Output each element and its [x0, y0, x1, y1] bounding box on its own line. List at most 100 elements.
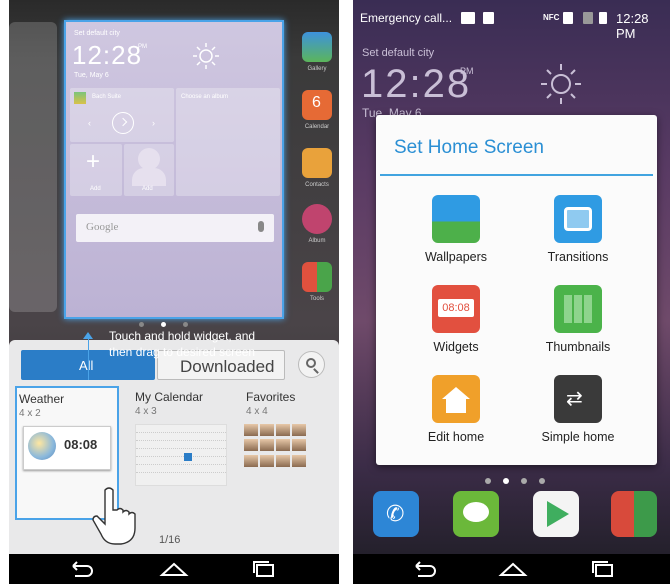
play-icon[interactable] — [112, 112, 134, 134]
plus-icon: + — [86, 148, 101, 175]
simple-home-option[interactable]: ⇄ Simple home — [518, 375, 638, 455]
preview-city: Set default city — [74, 30, 120, 37]
signal-icon — [583, 12, 593, 24]
previous-screen-panel[interactable] — [9, 22, 57, 312]
weather-preview-time: 08:08 — [64, 437, 98, 452]
gallery-icon[interactable] — [302, 32, 332, 62]
sun-icon — [193, 43, 219, 69]
tools-folder-icon[interactable] — [302, 262, 332, 292]
option-label: Wallpapers — [424, 250, 488, 264]
page-indicator-dot — [521, 478, 527, 484]
widget-favorites[interactable]: Favorites 4 x 4 — [244, 386, 339, 520]
weather-ampm: PM — [460, 66, 474, 76]
album-label: Choose an album — [181, 94, 229, 100]
side-app-label: Calendar — [304, 124, 330, 130]
google-apps-icon[interactable] — [611, 491, 657, 537]
preview-time: 12:28 — [72, 40, 143, 70]
add-label: Add — [142, 186, 153, 192]
recent-apps-icon[interactable] — [249, 560, 279, 578]
page-indicator-dot-active — [161, 322, 166, 327]
widgets-icon: 08:08 — [432, 285, 480, 333]
album-icon[interactable] — [302, 204, 332, 234]
home-screen-preview[interactable]: Set default city 12:28 PM Tue, May 6 Bac… — [64, 20, 284, 319]
google-brand: Google — [86, 221, 119, 233]
transitions-icon — [554, 195, 602, 243]
recent-apps-icon[interactable] — [588, 560, 618, 578]
search-button[interactable] — [298, 351, 325, 378]
back-icon[interactable] — [410, 560, 440, 578]
option-label: Edit home — [427, 430, 485, 444]
dialog-title: Set Home Screen — [394, 137, 544, 158]
touch-hand-icon — [92, 487, 136, 545]
play-store-icon[interactable] — [533, 491, 579, 537]
widgets-option[interactable]: 08:08 Widgets — [396, 285, 516, 365]
weather-time: 12:28 — [361, 62, 472, 106]
album-art-icon — [74, 92, 86, 104]
preview-ampm: PM — [138, 44, 147, 50]
thumbnails-option[interactable]: Thumbnails — [518, 285, 638, 365]
page-indicator-dot-active — [503, 478, 509, 484]
messaging-icon[interactable] — [453, 491, 499, 537]
widget-name: Favorites — [246, 390, 296, 404]
previous-track-icon[interactable]: ‹ — [88, 118, 91, 128]
widget-size: 4 x 3 — [135, 406, 157, 417]
microphone-icon[interactable] — [258, 221, 264, 232]
album-widget[interactable]: Choose an album — [176, 88, 280, 196]
music-widget[interactable]: Bach Suite ‹ › — [70, 88, 174, 142]
drag-tip: Touch and hold widget, and then drag to … — [109, 329, 256, 359]
help-icon — [563, 12, 573, 24]
preview-date: Tue, May 6 — [74, 72, 109, 79]
option-label: Simple home — [541, 430, 615, 444]
add-contact-tile-1[interactable]: + Add — [70, 144, 122, 196]
contacts-icon[interactable] — [302, 148, 332, 178]
storage-notification-icon — [483, 12, 494, 24]
person-icon — [138, 148, 160, 170]
search-icon — [306, 358, 316, 368]
side-app-label: Tools — [309, 296, 324, 302]
home-icon[interactable] — [159, 560, 189, 578]
widget-name: My Calendar — [135, 390, 204, 404]
page-indicator-dot — [539, 478, 545, 484]
carrier-text: Emergency call... — [360, 11, 453, 25]
widget-size: 4 x 4 — [246, 406, 268, 417]
calendar-icon[interactable]: 6 — [302, 90, 332, 120]
widget-size: 4 x 2 — [19, 408, 41, 419]
widget-my-calendar[interactable]: My Calendar 4 x 3 — [133, 386, 237, 520]
wallpapers-option[interactable]: Wallpapers — [396, 195, 516, 275]
weather-widget-preview: 08:08 — [23, 426, 111, 470]
page-indicator-dot — [139, 322, 144, 327]
transitions-option[interactable]: Transitions — [518, 195, 638, 275]
back-icon[interactable] — [67, 560, 97, 578]
edit-home-option[interactable]: Edit home — [396, 375, 516, 455]
sun-icon — [541, 64, 581, 104]
calendar-widget-preview — [135, 424, 227, 486]
page-indicator-dot — [485, 478, 491, 484]
navigation-bar — [353, 554, 670, 584]
right-phone-screen: Emergency call... NFC 12:28 PM Set defau… — [353, 0, 670, 584]
page-indicator-dot — [183, 322, 188, 327]
wallpapers-icon — [432, 195, 480, 243]
simple-home-icon: ⇄ — [554, 375, 602, 423]
side-app-label: Gallery — [307, 66, 327, 72]
phone-icon[interactable]: ✆ — [373, 491, 419, 537]
home-icon[interactable] — [498, 560, 528, 578]
side-app-label: Album — [308, 238, 326, 244]
navigation-bar — [9, 554, 339, 584]
battery-icon — [599, 12, 607, 24]
thumbnails-icon — [554, 285, 602, 333]
widget-name: Weather — [19, 392, 65, 406]
music-title: Bach Suite — [92, 94, 122, 100]
side-app-label: Contacts — [305, 182, 329, 188]
google-search-bar[interactable]: Google — [76, 214, 274, 242]
title-divider — [380, 174, 653, 176]
add-contact-tile-2[interactable]: Add — [124, 144, 174, 196]
image-notification-icon — [461, 12, 475, 24]
widget-drawer: All Downloaded Weather 4 x 2 08:08 My Ca… — [9, 340, 339, 554]
set-home-screen-dialog: Set Home Screen Wallpapers Transitions 0… — [376, 115, 657, 465]
weather-orb-icon — [28, 432, 56, 460]
option-label: Transitions — [547, 250, 609, 264]
favorites-widget-preview — [244, 424, 306, 468]
option-label: Widgets — [433, 340, 479, 354]
next-track-icon[interactable]: › — [152, 118, 155, 128]
option-label: Thumbnails — [545, 340, 611, 354]
